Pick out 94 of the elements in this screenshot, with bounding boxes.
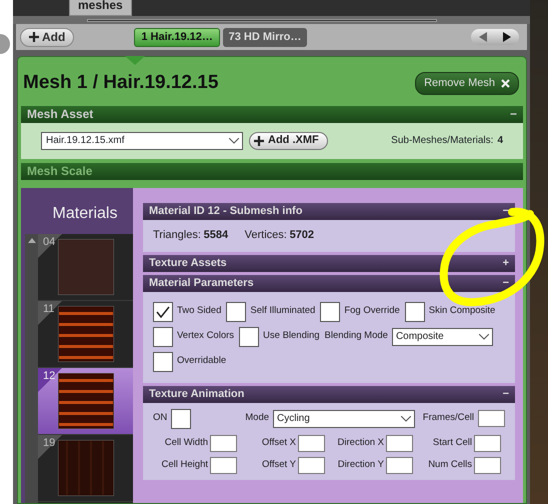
mesh-title: Mesh 1 / Hair.19.12.15 xyxy=(23,71,218,95)
field-label: Offset Y xyxy=(262,458,296,472)
checkbox[interactable] xyxy=(226,302,246,322)
checkbox-label: Overridable xyxy=(177,354,226,368)
tab[interactable]: meshes xyxy=(69,0,132,16)
field-label: Direction Y xyxy=(338,458,384,472)
collapse-toggle[interactable]: − xyxy=(502,274,509,292)
select-value: Composite xyxy=(396,330,444,344)
field-label: Num Cells xyxy=(428,458,472,472)
collapse-toggle[interactable]: − xyxy=(502,386,509,402)
material-number: 04 xyxy=(43,234,56,250)
checkbox[interactable] xyxy=(153,302,173,322)
input-field[interactable] xyxy=(474,434,501,452)
close-icon xyxy=(501,78,510,88)
section-header[interactable]: Mesh Asset − xyxy=(21,106,523,122)
panel-title: Texture Animation xyxy=(149,386,244,402)
stat-value: 5584 xyxy=(204,228,228,244)
mode-select[interactable]: Cycling xyxy=(273,410,416,428)
panel-title: Material Parameters xyxy=(149,276,254,291)
stat-label: Triangles: xyxy=(153,228,201,244)
count-value: 4 xyxy=(497,134,503,148)
material-item[interactable]: 19 xyxy=(38,434,133,502)
material-item[interactable]: 11 xyxy=(38,300,133,368)
checkbox-label: Skin Composite xyxy=(428,304,496,318)
checkbox-label: Fog Override xyxy=(344,304,400,318)
material-item[interactable]: 04 xyxy=(38,234,133,300)
scroll-up-icon[interactable] xyxy=(28,238,36,242)
field-label: Frames/Cell xyxy=(422,411,474,426)
material-number: 12 xyxy=(43,368,56,384)
slider-track[interactable] xyxy=(87,18,437,22)
chevron-down-icon xyxy=(478,334,489,340)
pager[interactable] xyxy=(471,29,519,45)
input-field[interactable] xyxy=(474,456,501,474)
chevron-down-icon xyxy=(401,416,412,422)
checkbox[interactable] xyxy=(404,302,425,322)
input-field[interactable] xyxy=(210,456,237,474)
file-select[interactable]: Hair.19.12.15.xmf xyxy=(41,132,243,150)
section-title: Mesh Asset xyxy=(27,106,94,123)
select-value: Hair.19.12.15.xmf xyxy=(46,134,124,148)
panel-header[interactable]: Texture Animation − xyxy=(143,386,515,402)
blending-mode-select[interactable]: Composite xyxy=(392,328,493,346)
input-field[interactable] xyxy=(298,434,325,452)
material-item[interactable]: 12 xyxy=(38,368,133,434)
panel-header[interactable]: Material Parameters − xyxy=(143,274,515,292)
count-label: Sub-Meshes/Materials: xyxy=(391,134,494,148)
stat-value: 5702 xyxy=(290,228,314,244)
tab-pointer-icon xyxy=(125,56,145,65)
input-field[interactable] xyxy=(386,434,413,452)
input-field[interactable] xyxy=(478,410,505,427)
materials-title: Materials xyxy=(52,204,118,224)
field-label: Start Cell xyxy=(432,436,472,450)
material-number: 19 xyxy=(43,436,56,450)
collapse-toggle[interactable]: − xyxy=(502,202,509,220)
add-button[interactable]: Add xyxy=(20,28,74,46)
scrollbar[interactable] xyxy=(25,234,38,503)
collapse-toggle[interactable]: − xyxy=(510,105,517,123)
panel-title: Material ID 12 - Submesh info xyxy=(149,204,302,219)
plus-icon xyxy=(254,136,264,146)
stat-label: Vertices: xyxy=(244,228,287,244)
field-label: Direction X xyxy=(338,436,384,450)
collapse-toggle[interactable]: + xyxy=(502,254,509,272)
field-label: Offset X xyxy=(262,436,296,450)
checkbox[interactable] xyxy=(153,326,173,346)
chevron-down-icon xyxy=(229,138,239,144)
input-field[interactable] xyxy=(386,456,413,474)
plus-icon xyxy=(29,32,39,42)
check-icon xyxy=(156,306,170,318)
checkbox-label: Vertex Colors xyxy=(177,329,234,344)
checkbox-label: ON xyxy=(153,411,168,426)
field-label: Cell Width xyxy=(164,436,208,450)
select-label: Mode xyxy=(245,411,270,426)
checkbox[interactable] xyxy=(320,302,340,322)
checkbox-label: Use Blending xyxy=(263,329,320,344)
checkbox-label: Two Sided xyxy=(177,304,222,318)
mesh-tab[interactable]: 73 HD Mirro… xyxy=(222,28,308,46)
section-title: Mesh Scale xyxy=(27,163,92,180)
add-xmf-button[interactable]: Add .XMF xyxy=(249,132,328,150)
panel-header[interactable]: Material ID 12 - Submesh info − xyxy=(143,202,515,220)
mesh-tab[interactable]: 1 Hair.19.12… xyxy=(134,28,220,46)
checkbox[interactable] xyxy=(153,352,173,372)
input-field[interactable] xyxy=(298,456,325,474)
right-arrow-icon xyxy=(503,32,511,42)
checkbox-label: Self Illuminated xyxy=(250,304,316,318)
input-field[interactable] xyxy=(210,434,237,452)
select-value: Cycling xyxy=(277,412,310,426)
checkbox[interactable] xyxy=(171,408,192,428)
select-label: Blending Mode xyxy=(324,329,388,344)
remove-mesh-button[interactable]: Remove Mesh xyxy=(415,72,519,94)
left-arrow-icon xyxy=(479,32,487,42)
panel-header[interactable]: Texture Assets + xyxy=(143,254,515,272)
panel-title: Texture Assets xyxy=(149,256,227,271)
material-number: 11 xyxy=(43,302,54,316)
field-label: Cell Height xyxy=(162,458,208,472)
checkbox[interactable] xyxy=(239,326,260,346)
